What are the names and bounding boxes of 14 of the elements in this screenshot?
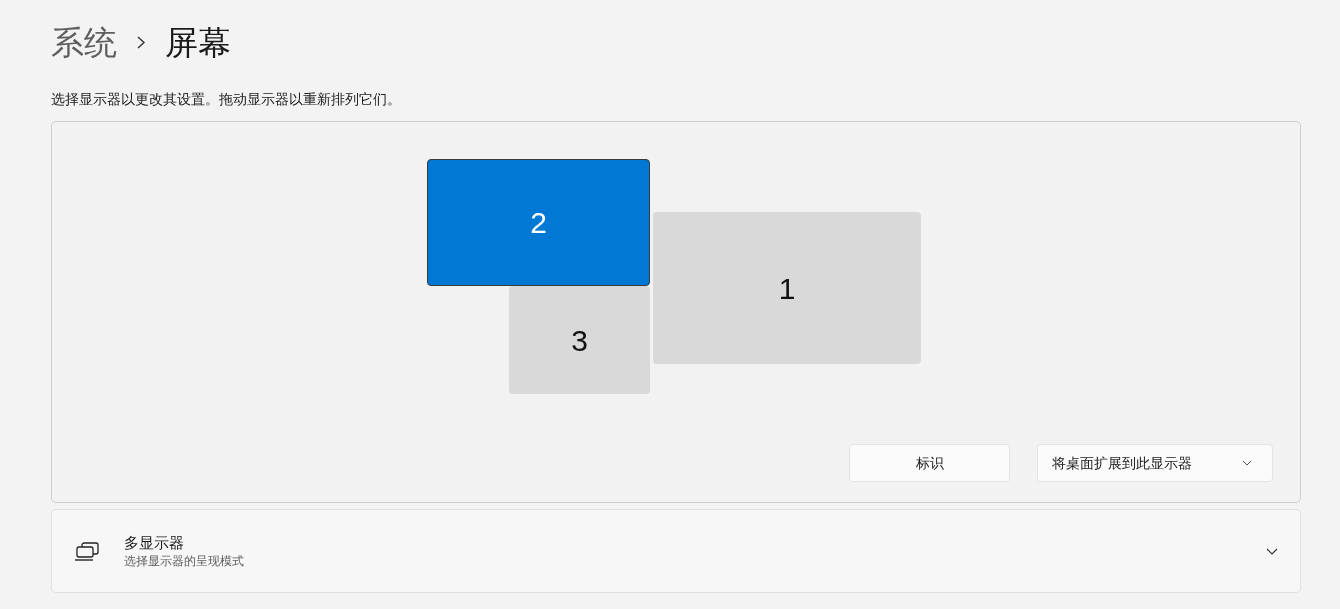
page-title: 屏幕 [165, 25, 231, 59]
multiple-displays-subtitle: 选择显示器的呈现模式 [124, 553, 245, 569]
identify-button[interactable]: 标识 [849, 444, 1010, 482]
monitor-tile[interactable]: 3 [509, 286, 650, 394]
breadcrumb-parent[interactable]: 系统 [51, 25, 117, 59]
chevron-right-icon [137, 35, 145, 49]
monitor-tile[interactable]: 1 [653, 212, 921, 364]
chevron-down-icon [1242, 460, 1252, 466]
monitor-tile[interactable]: 2 [427, 159, 650, 286]
arrangement-description: 选择显示器以更改其设置。拖动显示器以重新排列它们。 [51, 90, 402, 108]
monitors-icon [74, 541, 100, 561]
display-mode-dropdown[interactable]: 将桌面扩展到此显示器 [1037, 444, 1273, 482]
multiple-displays-row[interactable]: 多显示器 选择显示器的呈现模式 [51, 509, 1301, 593]
multiple-displays-title: 多显示器 [124, 533, 185, 553]
